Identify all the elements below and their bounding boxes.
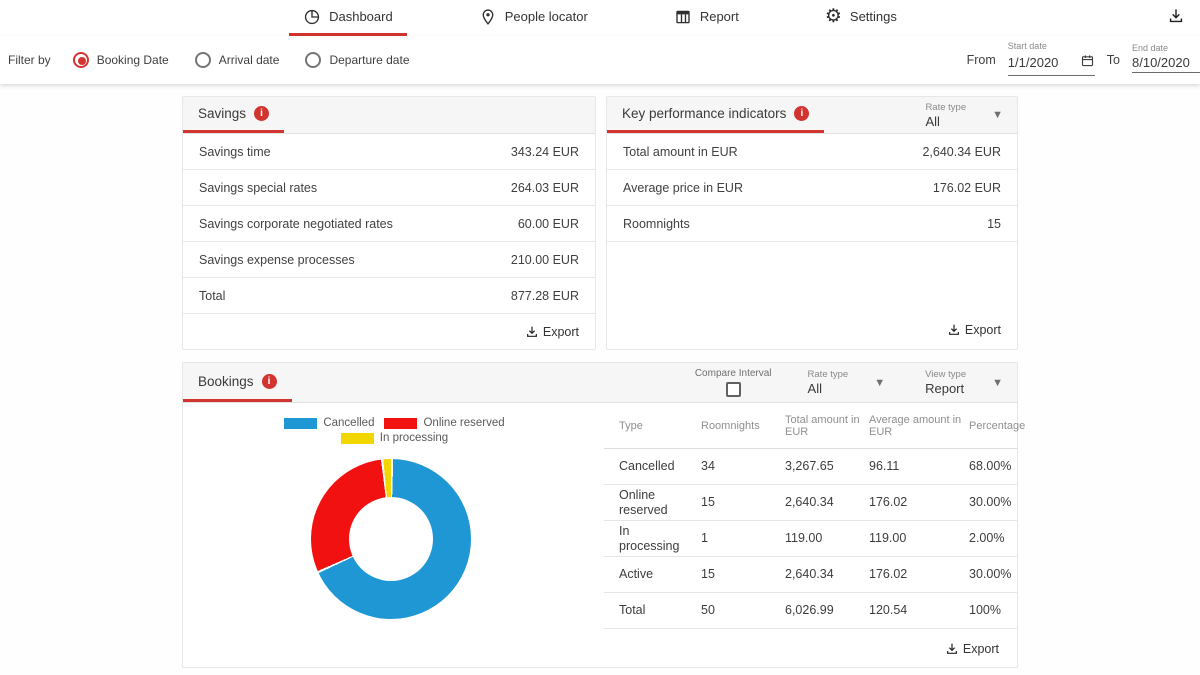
savings-title-tab: Savings i (183, 97, 285, 133)
radio-booking-date[interactable]: Booking Date (72, 52, 169, 68)
from-label: From (966, 53, 996, 67)
kpi-row: Average price in EUR 176.02 EUR (607, 170, 1017, 206)
table-report-icon (674, 8, 692, 26)
tab-dashboard[interactable]: Dashboard (289, 0, 407, 36)
info-icon[interactable]: i (261, 373, 277, 389)
end-date-input[interactable] (1132, 55, 1200, 70)
chevron-down-icon: ▼ (992, 109, 1003, 121)
kpi-export-button[interactable]: Export (946, 322, 1001, 338)
legend-item-online-reserved: Online reserved (384, 417, 505, 429)
savings-row: Savings expense processes 210.00 EUR (183, 242, 595, 278)
filter-bar: Filter by Booking Date Arrival date Depa… (0, 36, 1200, 84)
bookings-body: Cancelled Online reserved In processing (183, 403, 1025, 669)
compare-interval-control: Compare Interval (695, 368, 772, 397)
kpi-panel: Key performance indicators i Rate type A… (606, 96, 1018, 350)
bookings-header: Bookings i Compare Interval Rate type Al… (183, 363, 1017, 403)
chart-legend: Cancelled Online reserved In processing (183, 417, 606, 444)
legend-swatch-red (384, 417, 418, 429)
download-icon (946, 643, 957, 654)
chevron-down-icon: ▼ (874, 376, 886, 389)
donut-chart-wrap (311, 459, 471, 619)
info-icon[interactable]: i (794, 106, 810, 121)
savings-panel: Savings i Savings time 343.24 EUR Saving… (182, 96, 596, 350)
kpi-header: Key performance indicators i Rate type A… (607, 97, 1017, 134)
donut-hole (349, 497, 433, 581)
savings-row: Savings corporate negotiated rates 60.00… (183, 206, 595, 242)
kpi-export-row: Export (607, 311, 1017, 349)
bookings-panel: Bookings i Compare Interval Rate type Al… (182, 362, 1025, 669)
bookings-export-button[interactable]: Export (944, 641, 999, 657)
radio-departure-date[interactable]: Departure date (305, 52, 410, 68)
kpi-rate-type-dropdown[interactable]: Rate type All ▼ (917, 97, 1017, 133)
bookings-table-header: Type Roomnights Total amount in EUR Aver… (604, 403, 1025, 449)
bookings-view-type-dropdown[interactable]: View type Report ▼ (917, 369, 1017, 396)
legend-swatch-yellow (340, 432, 374, 444)
dashboard-app: Dashboard People locator Report ⚙ Settin… (0, 0, 1200, 675)
bookings-header-controls: Compare Interval Rate type All ▼ View ty… (695, 363, 1017, 402)
tab-settings[interactable]: ⚙ Settings (811, 0, 911, 36)
filter-by-label: Filter by (8, 53, 51, 67)
tab-label: People locator (504, 9, 588, 24)
pie-chart-icon (303, 8, 321, 26)
tab-label: Settings (849, 9, 897, 24)
to-label: To (1106, 53, 1120, 67)
donut-chart-area: Cancelled Online reserved In processing (183, 403, 604, 669)
end-date-field: End date (1132, 43, 1200, 77)
download-icon (948, 324, 959, 335)
calendar-icon[interactable] (1080, 53, 1095, 73)
download-icon (526, 326, 537, 337)
table-row-cancelled: Cancelled 34 3,267.65 96.11 68.00% (604, 449, 1017, 485)
compare-interval-checkbox[interactable] (725, 382, 741, 397)
savings-total-row: Total 877.28 EUR (183, 278, 595, 314)
start-date-input[interactable] (1007, 55, 1078, 70)
legend-item-in-processing: In processing (340, 432, 448, 444)
table-row-active: Active 15 2,640.34 176.02 30.00% (604, 557, 1017, 593)
kpi-row: Total amount in EUR 2,640.34 EUR (607, 134, 1017, 170)
chevron-down-icon: ▼ (992, 376, 1003, 389)
bookings-export-row: Export (604, 629, 1017, 669)
savings-export-button[interactable]: Export (524, 324, 579, 340)
date-range-group: From Start date To End date (967, 36, 1200, 84)
start-date-field: Start date (1007, 41, 1095, 80)
bookings-title-tab: Bookings i (183, 363, 292, 402)
radio-arrival-date[interactable]: Arrival date (194, 52, 279, 68)
radio-unselected-icon[interactable] (305, 52, 322, 68)
tab-label: Dashboard (329, 9, 393, 24)
table-row-online-reserved: Online reserved 15 2,640.34 176.02 30.00… (604, 485, 1017, 521)
top-navigation: Dashboard People locator Report ⚙ Settin… (0, 0, 1200, 36)
kpi-row: Roomnights 15 (607, 206, 1017, 242)
tab-people-locator[interactable]: People locator (465, 0, 602, 36)
table-row-in-processing: In processing 1 119.00 119.00 2.00% (604, 521, 1017, 557)
radio-selected-icon[interactable] (72, 52, 89, 68)
info-icon[interactable]: i (254, 106, 270, 121)
tab-report[interactable]: Report (660, 0, 753, 36)
table-row-total: Total 50 6,026.99 120.54 100% (604, 593, 1017, 629)
radio-unselected-icon[interactable] (194, 52, 211, 68)
donut-chart (311, 459, 471, 619)
savings-header: Savings i (183, 97, 595, 134)
legend-swatch-blue (284, 417, 318, 429)
bookings-rate-type-dropdown[interactable]: Rate type All ▼ (800, 369, 900, 396)
savings-row: Savings special rates 264.03 EUR (183, 170, 595, 206)
savings-export-row: Export (183, 314, 595, 350)
bookings-table: Type Roomnights Total amount in EUR Aver… (604, 403, 1025, 669)
location-pin-icon (479, 8, 497, 26)
kpi-title-tab: Key performance indicators i (607, 97, 825, 133)
tab-label: Report (699, 9, 739, 24)
savings-row: Savings time 343.24 EUR (183, 134, 595, 170)
legend-item-cancelled: Cancelled (284, 417, 374, 429)
gear-icon: ⚙ (824, 6, 842, 27)
download-icon[interactable] (1166, 6, 1186, 31)
